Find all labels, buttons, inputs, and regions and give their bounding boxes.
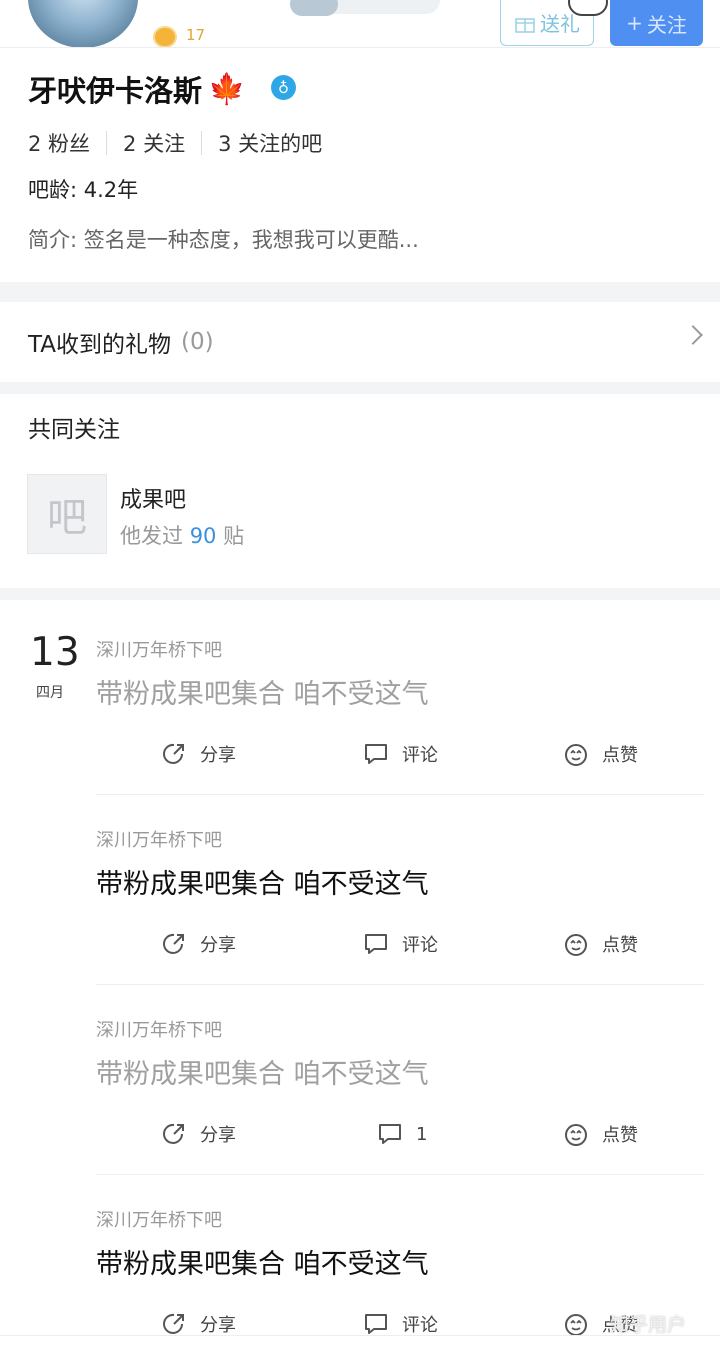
post-title[interactable]: 带粉成果吧集合 咱不受这气 (96, 1052, 429, 1091)
comment-button[interactable]: 评论 (362, 734, 438, 774)
comment-count: 1 (416, 1123, 428, 1145)
like-label: 点赞 (602, 935, 638, 956)
post-divider (96, 984, 704, 985)
share-label: 分享 (200, 745, 236, 766)
stat-divider (201, 131, 203, 155)
section-gap (0, 588, 720, 600)
share-icon (163, 1313, 184, 1334)
like-button[interactable]: 点赞 (562, 924, 638, 964)
comment-icon (365, 744, 387, 764)
post-divider (96, 794, 704, 795)
profile-header: 17 送礼 + 关注 (0, 0, 720, 48)
mini-avatar (290, 0, 338, 16)
share-label: 分享 (200, 935, 236, 956)
header-divider (0, 47, 720, 48)
message-bubble-icon[interactable] (568, 0, 608, 16)
post-forum-name[interactable]: 深川万年桥下吧 (96, 1016, 222, 1042)
post-date-day: 13 (30, 630, 80, 675)
posts-count: 90 (189, 524, 217, 548)
like-button[interactable]: 点赞 (562, 734, 638, 774)
plus-icon: + (626, 11, 643, 35)
comment-button[interactable]: 评论 (362, 1304, 438, 1336)
maple-leaf-icon: 🍁 (208, 71, 246, 107)
comment-button[interactable]: 1 (376, 1114, 427, 1154)
post-title[interactable]: 带粉成果吧集合 咱不受这气 (96, 862, 429, 901)
forum-name[interactable]: 成果吧 (120, 482, 186, 514)
received-gifts-row[interactable]: TA收到的礼物 (0) (0, 302, 720, 382)
post-title[interactable]: 带粉成果吧集合 咱不受这气 (96, 672, 429, 711)
post-actions: 分享 1 点赞 (96, 1114, 704, 1154)
post-forum-name[interactable]: 深川万年桥下吧 (96, 826, 222, 852)
share-button[interactable]: 分享 (160, 734, 236, 774)
comment-button[interactable]: 评论 (362, 924, 438, 964)
username-text: 牙吠伊卡洛斯 (28, 74, 203, 108)
follow-button[interactable]: + 关注 (610, 0, 703, 46)
feed-post[interactable]: 深川万年桥下吧 带粉成果吧集合 咱不受这气 分享 评论 点赞 (96, 636, 704, 826)
follow-label: 关注 (646, 12, 687, 37)
post-divider (96, 1174, 704, 1175)
following-stat[interactable]: 2 关注 (123, 128, 185, 158)
gift-icon (515, 17, 535, 33)
post-actions: 分享 评论 点赞 (96, 734, 704, 774)
gifts-title: TA收到的礼物 (28, 332, 171, 358)
post-date-month: 四月 (36, 685, 64, 701)
share-label: 分享 (200, 1315, 236, 1336)
section-gap (0, 382, 720, 394)
stats-row: 2 粉丝 2 关注 3 关注的吧 (28, 128, 322, 158)
profile-intro: 简介: 签名是一种态度，我想我可以更酷... (28, 228, 419, 252)
like-icon (565, 1124, 587, 1146)
comment-label: 评论 (402, 745, 438, 766)
post-forum-name[interactable]: 深川万年桥下吧 (96, 636, 222, 662)
user-avatar[interactable] (28, 0, 138, 48)
forum-avatar-text: 吧 (47, 495, 87, 541)
feed-post[interactable]: 深川万年桥下吧 带粉成果吧集合 咱不受这气 分享 评论 点赞 (96, 826, 704, 1016)
section-gap (0, 282, 720, 302)
watermark: 知乎用户 (610, 1314, 687, 1336)
gifts-count: (0) (181, 329, 214, 355)
comment-icon (365, 1314, 387, 1334)
fans-stat[interactable]: 2 粉丝 (28, 128, 90, 158)
followed-forums-stat[interactable]: 3 关注的吧 (218, 128, 322, 158)
comment-icon (365, 934, 387, 954)
gender-symbol: ♁ (278, 78, 289, 97)
level-badge-icon (153, 26, 177, 48)
level-number: 17 (186, 26, 206, 44)
mutual-follow-pill (320, 0, 440, 14)
comment-icon (379, 1124, 401, 1144)
like-icon (565, 744, 587, 766)
share-icon (163, 1123, 184, 1144)
feed-post[interactable]: 深川万年桥下吧 带粉成果吧集合 咱不受这气 分享 1 点赞 (96, 1016, 704, 1206)
share-button[interactable]: 分享 (160, 1304, 236, 1336)
posts-prefix: 他发过 (120, 524, 183, 548)
post-forum-name[interactable]: 深川万年桥下吧 (96, 1206, 222, 1232)
share-icon (163, 933, 184, 954)
share-icon (163, 743, 184, 764)
comment-label: 评论 (402, 1315, 438, 1336)
share-button[interactable]: 分享 (160, 924, 236, 964)
post-actions: 分享 评论 点赞 (96, 924, 704, 964)
like-label: 点赞 (602, 745, 638, 766)
forum-avatar[interactable]: 吧 (27, 474, 107, 554)
share-label: 分享 (200, 1125, 236, 1146)
stat-divider (106, 131, 108, 155)
username: 牙吠伊卡洛斯 🍁 (28, 68, 245, 110)
like-button[interactable]: 点赞 (562, 1114, 638, 1154)
forum-age: 吧龄: 4.2年 (28, 178, 139, 202)
like-label: 点赞 (602, 1125, 638, 1146)
posts-suffix: 贴 (223, 524, 245, 548)
share-button[interactable]: 分享 (160, 1114, 236, 1154)
forum-post-count: 他发过 90 贴 (120, 520, 244, 550)
like-icon (565, 934, 587, 956)
like-icon (565, 1314, 587, 1336)
gender-badge-icon: ♁ (271, 75, 296, 100)
comment-label: 评论 (402, 935, 438, 956)
post-title[interactable]: 带粉成果吧集合 咱不受这气 (96, 1242, 429, 1281)
chevron-right-icon (683, 325, 703, 345)
common-follows-title: 共同关注 (28, 417, 120, 443)
